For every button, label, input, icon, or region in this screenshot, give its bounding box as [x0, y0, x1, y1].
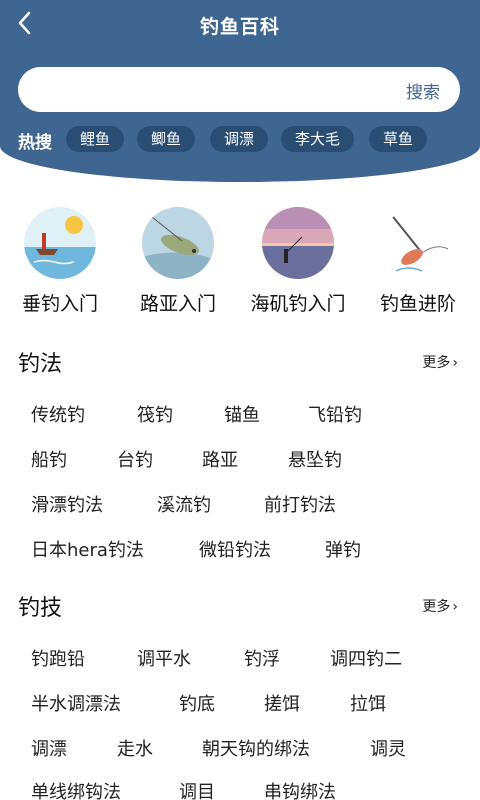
search-input[interactable]	[38, 67, 398, 112]
hot-search-label: 热搜	[18, 133, 52, 153]
category-lure-fishing[interactable]: 路亚入门	[118, 207, 238, 316]
method-item[interactable]: 微铅钓法	[199, 536, 271, 562]
skill-item[interactable]: 钓浮	[244, 645, 280, 671]
method-item[interactable]: 前打钓法	[264, 491, 336, 517]
category-label: 路亚入门	[139, 293, 216, 315]
method-item[interactable]: 船钓	[31, 446, 67, 472]
skill-item[interactable]: 调目	[179, 778, 215, 800]
hot-tag[interactable]: 鲤鱼	[66, 126, 125, 152]
category-label: 海矶钓入门	[250, 293, 346, 315]
skill-item[interactable]: 钓跑铅	[31, 645, 85, 671]
method-item[interactable]: 路亚	[202, 446, 238, 472]
skill-item[interactable]: 单线绑钩法	[31, 778, 121, 800]
skill-item[interactable]: 调灵	[370, 735, 406, 761]
method-item[interactable]: 日本hera钓法	[31, 536, 144, 562]
skill-item[interactable]: 调平水	[137, 645, 191, 671]
skill-item[interactable]: 朝天钩的绑法	[202, 735, 310, 761]
rod-fish-image	[382, 207, 454, 279]
hot-tag[interactable]: 鲫鱼	[137, 126, 196, 152]
skill-item[interactable]: 调四钓二	[330, 645, 402, 671]
more-label: 更多	[422, 355, 451, 371]
category-beginner-fishing[interactable]: 垂钓入门	[0, 207, 120, 316]
skill-item[interactable]: 半水调漂法	[31, 690, 121, 716]
category-label: 钓鱼进阶	[379, 293, 456, 315]
hot-tag[interactable]: 李大毛	[281, 126, 355, 152]
skill-item[interactable]: 串钩绑法	[264, 778, 336, 800]
skill-item[interactable]: 搓饵	[264, 690, 300, 716]
sea-angler-image	[262, 207, 334, 279]
chevron-right-icon: ›	[452, 599, 458, 615]
skill-item[interactable]: 走水	[117, 735, 153, 761]
category-sea-fishing[interactable]: 海矶钓入门	[238, 207, 358, 316]
section-title-methods: 钓法	[18, 352, 63, 377]
hot-tag[interactable]: 调漂	[210, 126, 269, 152]
header: 钓鱼百科 搜索 热搜 鲤鱼 鲫鱼 调漂 李大毛 草鱼	[0, 0, 480, 182]
search-bar: 搜索	[18, 67, 460, 112]
category-label: 垂钓入门	[21, 293, 98, 315]
more-link-skills[interactable]: 更多 ›	[422, 596, 458, 616]
method-item[interactable]: 滑漂钓法	[31, 491, 103, 517]
hot-search-row: 热搜 鲤鱼 鲫鱼 调漂 李大毛 草鱼	[18, 126, 468, 154]
method-item[interactable]: 溪流钓	[157, 491, 211, 517]
section-title-skills: 钓技	[18, 596, 63, 621]
skill-item[interactable]: 调漂	[31, 735, 67, 761]
fishing-boat-image	[24, 207, 96, 279]
method-item[interactable]: 筏钓	[137, 401, 173, 427]
more-label: 更多	[422, 599, 451, 615]
method-item[interactable]: 弹钓	[325, 536, 361, 562]
hot-tag[interactable]: 草鱼	[369, 126, 428, 152]
method-item[interactable]: 锚鱼	[224, 401, 260, 427]
method-item[interactable]: 台钓	[117, 446, 153, 472]
method-item[interactable]: 飞铅钓	[308, 401, 362, 427]
lure-fish-image	[142, 207, 214, 279]
category-advanced-fishing[interactable]: 钓鱼进阶	[358, 207, 478, 316]
skill-item[interactable]: 拉饵	[350, 690, 386, 716]
method-item[interactable]: 悬坠钓	[288, 446, 342, 472]
skill-item[interactable]: 钓底	[179, 690, 215, 716]
search-button[interactable]: 搜索	[406, 78, 440, 103]
chevron-right-icon: ›	[452, 355, 458, 371]
method-item[interactable]: 传统钓	[31, 401, 85, 427]
page-title: 钓鱼百科	[199, 16, 280, 38]
more-link-methods[interactable]: 更多 ›	[422, 352, 458, 372]
